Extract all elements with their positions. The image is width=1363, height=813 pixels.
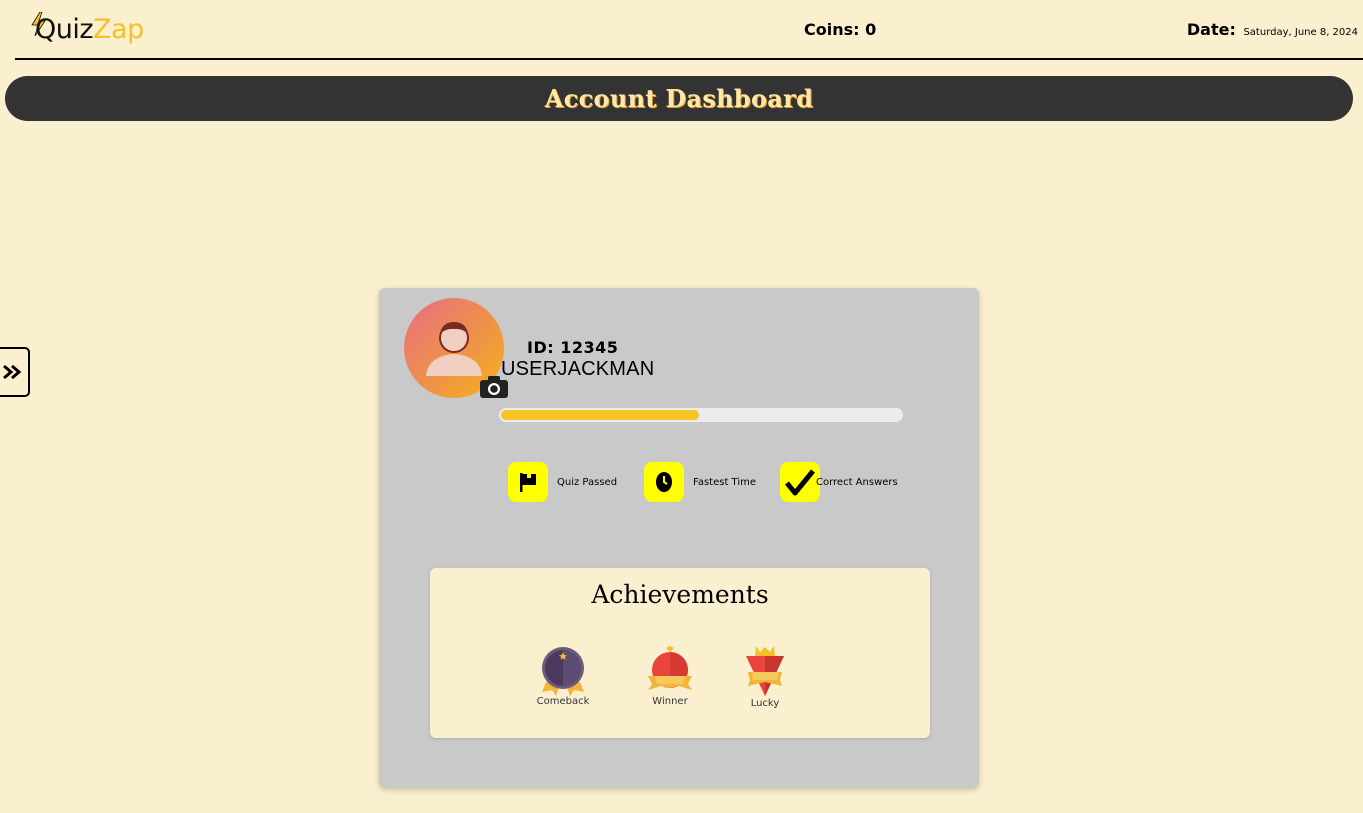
- stat-icon-box: [644, 462, 684, 502]
- double-chevron-right-icon: [3, 364, 22, 380]
- achievements-panel: Achievements Comeback Winner Lucky: [430, 568, 930, 738]
- stat-icon-box: [508, 462, 548, 502]
- comeback-medal-icon: [542, 647, 584, 696]
- date-label: Date:: [1186, 20, 1236, 39]
- winner-medal-icon: [648, 646, 692, 690]
- badge-label: Winner: [652, 696, 688, 707]
- sidebar-toggle-button[interactable]: [0, 347, 30, 397]
- stats-row: Quiz Passed Fastest Time Correct Answers: [508, 462, 928, 502]
- stat-label: Correct Answers: [816, 476, 898, 488]
- stat-label: Fastest Time: [693, 476, 757, 488]
- date-value: Saturday, June 8, 2024: [1243, 27, 1358, 38]
- stat-fastest-time[interactable]: Fastest Time: [644, 462, 756, 502]
- coins-counter: Coins: 0: [804, 20, 877, 39]
- badge-label: Lucky: [750, 698, 780, 709]
- level-progress-fill: [499, 408, 701, 422]
- lucky-medal-icon: [746, 646, 784, 696]
- profile-card: ID: 12345 USERJACKMAN Quiz Passed Fastes…: [379, 288, 979, 788]
- stat-icon-box: [780, 462, 820, 502]
- clock-icon: [656, 472, 672, 492]
- badge-label: Comeback: [536, 696, 590, 707]
- logo-text-quiz: Quiz: [35, 14, 94, 45]
- achievements-title: Achievements: [591, 580, 769, 609]
- flag-icon: [520, 473, 536, 492]
- stat-quiz-passed[interactable]: Quiz Passed: [508, 462, 617, 502]
- badge-lucky[interactable]: Lucky: [730, 646, 800, 709]
- date-display: Date: Saturday, June 8, 2024: [1187, 20, 1358, 39]
- quizzap-logo[interactable]: QuizZap: [31, 12, 144, 54]
- top-header: QuizZap Coins: 0 Date: Saturday, June 8,…: [15, 0, 1363, 60]
- username: USERJACKMAN: [501, 358, 655, 380]
- user-id: ID: 12345: [527, 338, 619, 357]
- stat-label: Quiz Passed: [557, 476, 618, 488]
- page-title-banner: Account Dashboard: [5, 76, 1353, 121]
- checkmark-icon: [785, 469, 815, 496]
- badge-comeback[interactable]: Comeback: [528, 646, 598, 707]
- level-progress-bar: [499, 408, 903, 422]
- page-title: Account Dashboard: [544, 84, 814, 113]
- badge-winner[interactable]: Winner: [635, 646, 705, 707]
- stat-correct-answers[interactable]: Correct Answers: [780, 462, 898, 502]
- logo-text-zap: Zap: [93, 14, 144, 45]
